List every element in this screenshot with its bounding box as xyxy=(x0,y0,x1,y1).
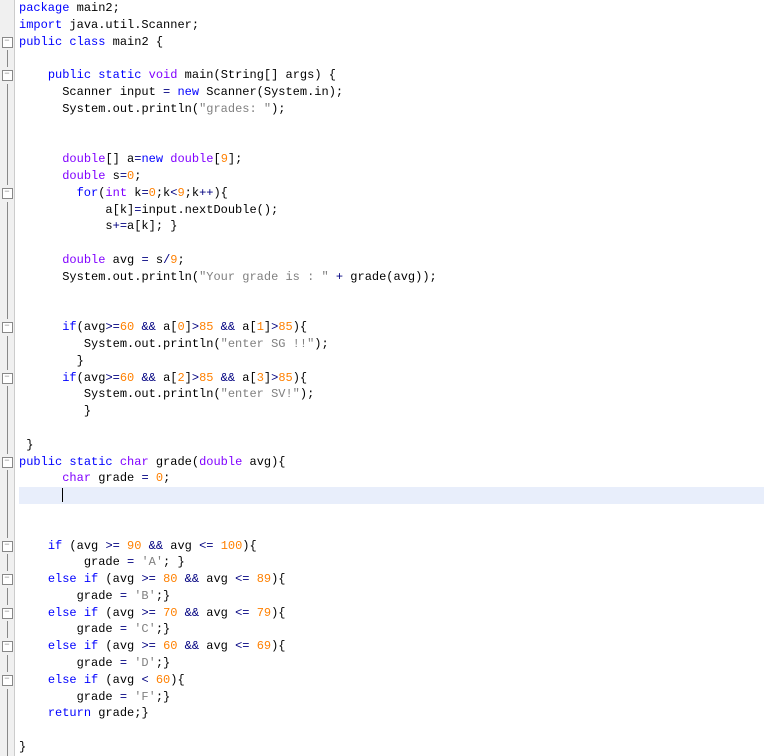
code-line[interactable]: double s=0; xyxy=(19,168,764,185)
code-line[interactable]: package main2; xyxy=(19,0,764,17)
code-line[interactable]: } xyxy=(19,437,764,454)
code-line[interactable]: return grade;} xyxy=(19,705,764,722)
code-line[interactable]: Scanner input = new Scanner(System.in); xyxy=(19,84,764,101)
fold-toggle[interactable]: − xyxy=(2,37,13,48)
code-line[interactable] xyxy=(19,50,764,67)
code-line[interactable] xyxy=(19,286,764,303)
text-cursor xyxy=(62,488,63,502)
fold-toggle[interactable]: − xyxy=(2,322,13,333)
fold-toggle[interactable]: − xyxy=(2,574,13,585)
code-line[interactable]: System.out.println("grades: "); xyxy=(19,101,764,118)
code-line[interactable]: for(int k=0;k<9;k++){ xyxy=(19,185,764,202)
code-line[interactable] xyxy=(19,235,764,252)
code-line[interactable] xyxy=(19,722,764,739)
fold-toggle[interactable]: − xyxy=(2,373,13,384)
code-line[interactable]: public static void main(String[] args) { xyxy=(19,67,764,84)
code-line[interactable] xyxy=(19,118,764,135)
code-line[interactable]: grade = 'C';} xyxy=(19,621,764,638)
code-editor: − − − − − − − − − − xyxy=(0,0,764,756)
code-line[interactable]: } xyxy=(19,739,764,756)
code-area[interactable]: package main2; import java.util.Scanner;… xyxy=(15,0,764,756)
fold-toggle[interactable]: − xyxy=(2,188,13,199)
code-line[interactable]: grade = 'D';} xyxy=(19,655,764,672)
code-line[interactable]: import java.util.Scanner; xyxy=(19,17,764,34)
fold-toggle[interactable]: − xyxy=(2,70,13,81)
code-line[interactable]: else if (avg >= 60 && avg <= 69){ xyxy=(19,638,764,655)
code-line[interactable] xyxy=(19,420,764,437)
code-line[interactable]: double avg = s/9; xyxy=(19,252,764,269)
code-line[interactable]: grade = 'A'; } xyxy=(19,554,764,571)
code-line[interactable] xyxy=(19,504,764,521)
code-line[interactable]: else if (avg < 60){ xyxy=(19,672,764,689)
code-line[interactable]: System.out.println("enter SV!"); xyxy=(19,386,764,403)
code-line[interactable]: if(avg>=60 && a[2]>85 && a[3]>85){ xyxy=(19,370,764,387)
code-line[interactable]: public class main2 { xyxy=(19,34,764,51)
code-line[interactable] xyxy=(19,302,764,319)
code-line[interactable]: double[] a=new double[9]; xyxy=(19,151,764,168)
fold-toggle[interactable]: − xyxy=(2,641,13,652)
code-line[interactable]: } xyxy=(19,353,764,370)
fold-toggle[interactable]: − xyxy=(2,608,13,619)
code-line[interactable]: if (avg >= 90 && avg <= 100){ xyxy=(19,538,764,555)
code-line[interactable] xyxy=(19,521,764,538)
code-line[interactable]: s+=a[k]; } xyxy=(19,218,764,235)
fold-toggle[interactable]: − xyxy=(2,457,13,468)
code-line[interactable]: System.out.println("Your grade is : " + … xyxy=(19,269,764,286)
code-line[interactable]: grade = 'B';} xyxy=(19,588,764,605)
fold-toggle[interactable]: − xyxy=(2,541,13,552)
code-line[interactable]: grade = 'F';} xyxy=(19,689,764,706)
code-line[interactable]: if(avg>=60 && a[0]>85 && a[1]>85){ xyxy=(19,319,764,336)
code-line[interactable]: System.out.println("enter SG !!"); xyxy=(19,336,764,353)
code-line[interactable]: } xyxy=(19,403,764,420)
code-line-current[interactable] xyxy=(19,487,764,504)
code-line[interactable]: else if (avg >= 80 && avg <= 89){ xyxy=(19,571,764,588)
code-line[interactable]: a[k]=input.nextDouble(); xyxy=(19,202,764,219)
code-line[interactable] xyxy=(19,134,764,151)
fold-gutter: − − − − − − − − − − xyxy=(0,0,15,756)
code-line[interactable]: public static char grade(double avg){ xyxy=(19,454,764,471)
fold-toggle[interactable]: − xyxy=(2,675,13,686)
code-line[interactable]: char grade = 0; xyxy=(19,470,764,487)
code-line[interactable]: else if (avg >= 70 && avg <= 79){ xyxy=(19,605,764,622)
